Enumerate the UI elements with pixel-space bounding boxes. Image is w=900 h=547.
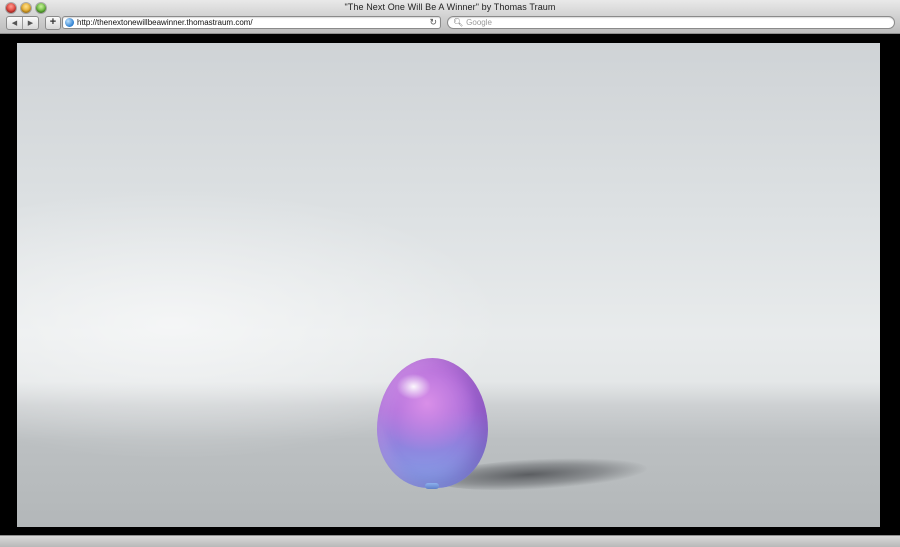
browser-toolbar: "The Next One Will Be A Winner" by Thoma… [0, 0, 900, 34]
status-bar [0, 535, 900, 547]
balloon[interactable] [377, 358, 488, 488]
window-title: "The Next One Will Be A Winner" by Thoma… [344, 2, 556, 12]
search-placeholder: Google [466, 18, 492, 27]
address-bar[interactable]: http://thenextonewillbeawinner.thomastra… [62, 16, 441, 29]
search-icon[interactable]: 🔍︎ [453, 18, 463, 27]
page-viewport [0, 34, 900, 535]
left-triangle-icon: ◀ [11, 20, 18, 27]
history-navigation: ◀ ▶ [6, 16, 39, 30]
right-triangle-icon: ▶ [27, 20, 34, 27]
balloon-knot [425, 483, 439, 489]
reload-icon[interactable]: ↻ [429, 17, 437, 28]
add-bookmark-button[interactable]: + [45, 16, 61, 30]
back-button[interactable]: ◀ [7, 17, 22, 29]
url-text[interactable]: http://thenextonewillbeawinner.thomastra… [77, 18, 429, 27]
globe-icon [65, 18, 74, 27]
forward-button[interactable]: ▶ [22, 17, 38, 29]
animation-stage[interactable] [17, 43, 880, 527]
search-field[interactable]: 🔍︎ Google [447, 16, 895, 29]
